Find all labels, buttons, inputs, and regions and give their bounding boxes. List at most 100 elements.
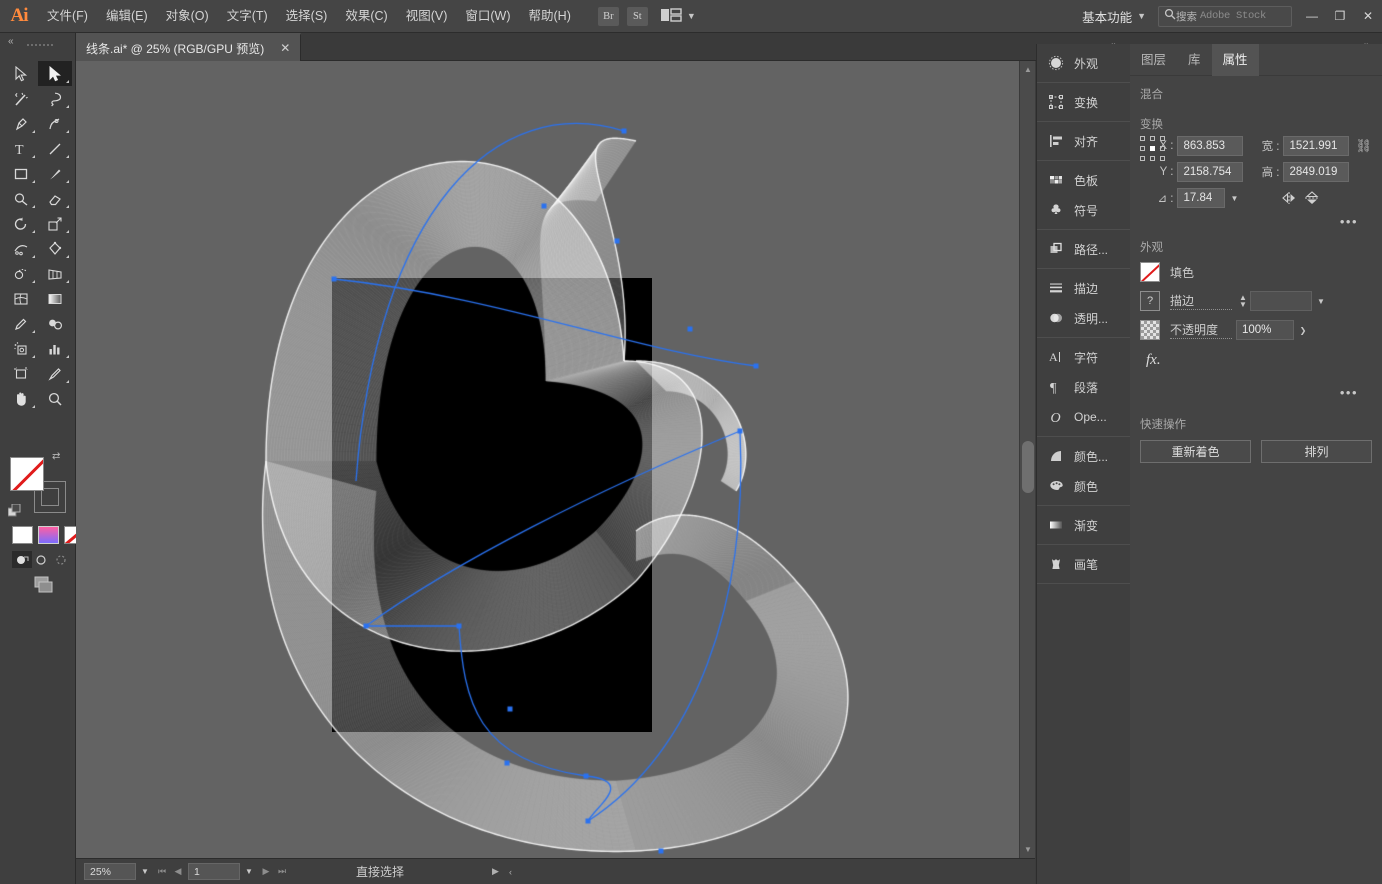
x-input[interactable]: 863.853 xyxy=(1177,136,1244,156)
workspace-switcher[interactable]: 基本功能 xyxy=(1072,7,1132,26)
toolbar-grip[interactable]: « xyxy=(0,33,76,51)
close-window-button[interactable]: ✕ xyxy=(1354,0,1382,33)
curvature-tool[interactable] xyxy=(38,111,72,136)
maximize-button[interactable]: ❐ xyxy=(1326,0,1354,33)
menu-select[interactable]: 选择(S) xyxy=(277,0,337,33)
dock-item-transparency[interactable]: 透明... xyxy=(1037,303,1130,333)
zoom-tool[interactable] xyxy=(38,386,72,411)
slice-tool[interactable] xyxy=(38,361,72,386)
default-fill-stroke-icon[interactable] xyxy=(7,503,21,517)
workspace-chevron-down-icon[interactable]: ▼ xyxy=(1137,11,1146,21)
fill-stroke-swatch[interactable]: ⇄ xyxy=(7,451,66,517)
recolor-button[interactable]: 重新着色 xyxy=(1140,440,1251,463)
perspective-grid-tool[interactable] xyxy=(38,261,72,286)
menu-object[interactable]: 对象(O) xyxy=(157,0,218,33)
scroll-up-icon[interactable]: ▲ xyxy=(1024,65,1032,74)
opacity-input[interactable]: 100% xyxy=(1236,320,1294,340)
dock-item-swatches[interactable]: 色板 xyxy=(1037,165,1130,195)
hand-tool[interactable] xyxy=(4,386,38,411)
menu-file[interactable]: 文件(F) xyxy=(38,0,97,33)
draw-normal-icon[interactable] xyxy=(12,551,32,568)
symbol-sprayer-tool[interactable] xyxy=(4,336,38,361)
blend-tool[interactable] xyxy=(38,311,72,336)
y-input[interactable]: 2158.754 xyxy=(1177,162,1244,182)
dock-item-align[interactable]: 对齐 xyxy=(1037,126,1130,156)
type-tool[interactable]: T xyxy=(4,136,38,161)
stroke-weight-input[interactable] xyxy=(1250,291,1312,311)
stock-search-box[interactable]: 搜索 Adobe Stock xyxy=(1158,5,1292,27)
menu-edit[interactable]: 编辑(E) xyxy=(97,0,157,33)
width-tool[interactable] xyxy=(4,236,38,261)
dock-item-gradient[interactable]: 渐变 xyxy=(1037,510,1130,540)
first-artboard-button[interactable]: ⏮ xyxy=(154,862,170,882)
zoom-chevron-down-icon[interactable]: ▼ xyxy=(136,863,154,880)
opacity-swatch[interactable] xyxy=(1140,320,1160,340)
minimize-button[interactable]: — xyxy=(1298,0,1326,33)
previous-artboard-button[interactable]: ◀ xyxy=(170,862,186,882)
arrange-documents-icon[interactable] xyxy=(660,8,682,24)
collapse-toolbar-icon[interactable]: « xyxy=(8,36,13,47)
swap-fill-stroke-icon[interactable]: ⇄ xyxy=(52,451,64,463)
fill-color-swatch[interactable] xyxy=(1140,262,1160,282)
stock-button[interactable]: St xyxy=(626,6,648,26)
draw-inside-icon[interactable] xyxy=(52,551,72,568)
dock-item-appearance[interactable]: 外观 xyxy=(1037,48,1130,78)
change-screen-mode-icon[interactable] xyxy=(28,575,56,595)
shape-builder-tool[interactable] xyxy=(4,261,38,286)
dock-item-transform[interactable]: 变换 xyxy=(1037,87,1130,117)
angle-input[interactable]: 17.84 xyxy=(1177,188,1226,208)
fx-button[interactable]: fx. xyxy=(1140,346,1372,369)
dock-item-color[interactable]: 颜色 xyxy=(1037,471,1130,501)
line-segment-tool[interactable] xyxy=(38,136,72,161)
gradient-swatch-button[interactable] xyxy=(38,526,59,544)
status-menu-icon[interactable]: ▶ xyxy=(492,866,499,877)
stroke-chevron-down-icon[interactable]: ▼ xyxy=(1312,293,1330,310)
artboard-chevron-down-icon[interactable]: ▼ xyxy=(240,863,258,880)
arrange-button[interactable]: 排列 xyxy=(1261,440,1372,463)
draw-behind-icon[interactable] xyxy=(32,551,52,568)
artboard-number-input[interactable]: 1 xyxy=(188,863,240,880)
magic-wand-tool[interactable] xyxy=(4,86,38,111)
arrange-chevron-down-icon[interactable]: ▼ xyxy=(687,11,696,21)
gradient-tool[interactable] xyxy=(38,286,72,311)
blend-line-art-artwork[interactable] xyxy=(76,61,1035,858)
reference-point-selector[interactable] xyxy=(1140,136,1165,162)
pen-tool[interactable] xyxy=(4,111,38,136)
angle-chevron-down-icon[interactable]: ▼ xyxy=(1225,190,1243,207)
transform-more-options-icon[interactable]: ••• xyxy=(1140,214,1372,229)
color-swatch-button[interactable] xyxy=(12,526,33,544)
dock-item-stroke[interactable]: 描边 xyxy=(1037,273,1130,303)
menu-help[interactable]: 帮助(H) xyxy=(520,0,580,33)
rotate-tool[interactable] xyxy=(4,211,38,236)
tab-libraries[interactable]: 库 xyxy=(1177,44,1212,76)
menu-type[interactable]: 文字(T) xyxy=(218,0,277,33)
width-input[interactable]: 1521.991 xyxy=(1283,136,1350,156)
close-icon[interactable]: ✕ xyxy=(280,41,290,55)
status-resize-icon[interactable]: ‹ xyxy=(509,867,512,877)
scale-tool[interactable] xyxy=(38,211,72,236)
dock-item-symbols[interactable]: 符号 xyxy=(1037,195,1130,225)
appearance-more-options-icon[interactable]: ••• xyxy=(1140,385,1372,400)
bridge-button[interactable]: Br xyxy=(597,6,619,26)
dock-item-brushes[interactable]: 画笔 xyxy=(1037,549,1130,579)
column-graph-tool[interactable] xyxy=(38,336,72,361)
document-canvas[interactable] xyxy=(76,61,1035,858)
tab-properties[interactable]: 属性 xyxy=(1211,44,1259,76)
stroke-color-swatch[interactable]: ? xyxy=(1140,291,1160,311)
tab-layers[interactable]: 图层 xyxy=(1130,44,1177,76)
dock-item-character[interactable]: A 字符 xyxy=(1037,342,1130,372)
dock-item-paragraph[interactable]: ¶ 段落 xyxy=(1037,372,1130,402)
canvas-vertical-scrollbar[interactable]: ▲ ▼ xyxy=(1019,61,1035,858)
opacity-expand-icon[interactable]: ❯ xyxy=(1294,322,1312,339)
document-tab[interactable]: 线条.ai* @ 25% (RGB/GPU 预览) ✕ xyxy=(76,33,302,61)
direct-selection-tool[interactable] xyxy=(38,61,72,86)
scrollbar-thumb[interactable] xyxy=(1022,441,1034,493)
artboard-tool[interactable] xyxy=(4,361,38,386)
next-artboard-button[interactable]: ▶ xyxy=(258,862,274,882)
zoom-level-input[interactable]: 25% xyxy=(84,863,136,880)
rectangle-tool[interactable] xyxy=(4,161,38,186)
dock-item-opentype[interactable]: O Ope... xyxy=(1037,402,1130,432)
menu-window[interactable]: 窗口(W) xyxy=(456,0,519,33)
paintbrush-tool[interactable] xyxy=(38,161,72,186)
menu-view[interactable]: 视图(V) xyxy=(397,0,457,33)
